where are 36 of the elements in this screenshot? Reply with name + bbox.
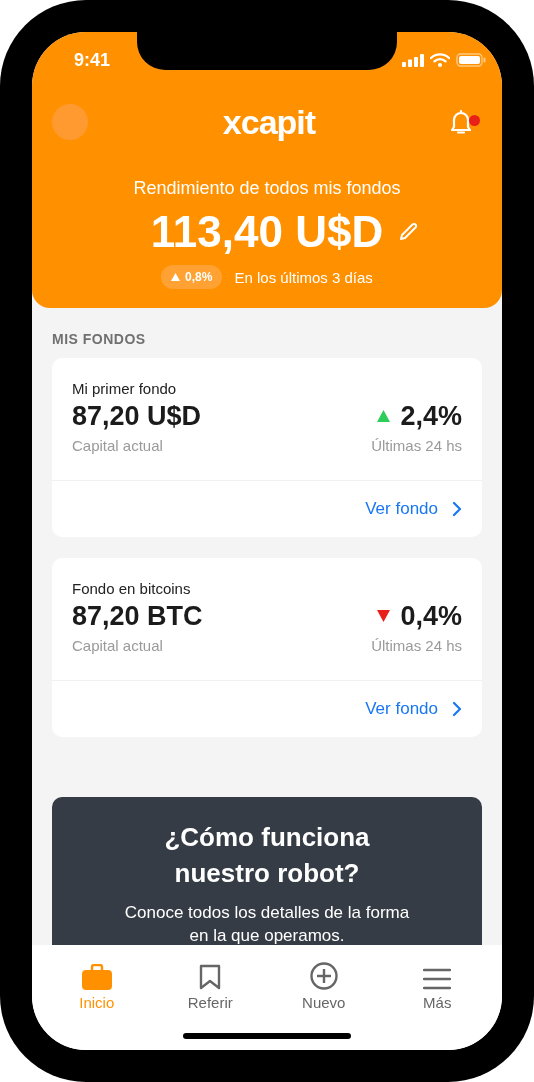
tab-item[interactable]: Nuevo [278, 955, 369, 1011]
wifi-icon [430, 53, 450, 67]
fund-name: Mi primer fondo [72, 379, 178, 399]
tab-item[interactable]: Referir [165, 955, 256, 1011]
fund-change-label: Últimas 24 hs [371, 436, 462, 456]
promo-description: Conoce todos los detalles de la forma en la que operamos. [123, 902, 411, 945]
signal-icon [402, 53, 424, 67]
plus-circle-icon [309, 962, 338, 990]
promo-title: ¿Cómo funciona nuestro robot? [163, 821, 371, 890]
fund-amount: 87,20 BTC [72, 600, 203, 633]
briefcase-icon [81, 964, 112, 990]
menu-icon [423, 968, 452, 990]
fund-amount: 87,20 U$D [72, 400, 202, 433]
chevron-right-icon[interactable] [452, 501, 462, 517]
fund-amount-label: Capital actual [72, 436, 164, 456]
pencil-icon[interactable] [397, 221, 420, 243]
section-title: MIS FONDOS [52, 330, 147, 348]
portfolio-title: Rendimiento de todos mis fondos [132, 177, 402, 200]
fund-amount-label: Capital actual [72, 636, 164, 656]
bookmark-icon [199, 964, 222, 990]
promo-card[interactable]: ¿Cómo funciona nuestro robot? Conoce todos los detalles de la forma en la que operamos. [52, 797, 482, 945]
view-fund-link[interactable]: Ver fondo [365, 699, 438, 719]
fund-name: Fondo en bitcoins [72, 579, 192, 599]
battery-icon [456, 53, 486, 67]
portfolio-amount: 113,40 U$D [150, 206, 384, 258]
logo: xcapit [222, 102, 316, 143]
status-time: 9:41 [74, 49, 111, 71]
period-label: En los últimos 3 días [234, 268, 373, 286]
tab-item[interactable]: Más [392, 955, 483, 1011]
fund-change-label: Últimas 24 hs [371, 636, 462, 656]
chevron-right-icon[interactable] [452, 701, 462, 717]
fund-change: 0,4% [400, 600, 462, 632]
change-badge: 0,8% [161, 265, 223, 289]
view-fund-link[interactable]: Ver fondo [365, 499, 438, 519]
bell-icon[interactable] [450, 109, 472, 135]
fund-change: 2,4% [400, 400, 462, 432]
